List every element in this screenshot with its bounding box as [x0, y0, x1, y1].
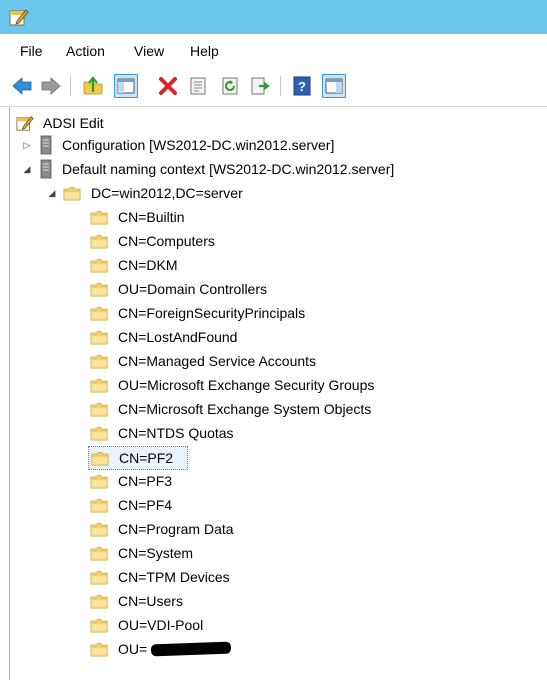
folder-icon [90, 306, 108, 320]
tree-item-label: OU=VDI-Pool [118, 617, 204, 633]
folder-icon [90, 258, 108, 272]
tree-item-label: CN=PF3 [118, 473, 173, 489]
folder-icon [90, 354, 108, 368]
folder-icon [90, 522, 108, 536]
tree-item-exchange-system-objects[interactable]: CN=Microsoft Exchange System Objects [90, 398, 373, 420]
tree-item-users[interactable]: CN=Users [90, 590, 185, 612]
tree-item-lost-and-found[interactable]: CN=LostAndFound [90, 326, 239, 348]
tree-item-configuration[interactable]: Configuration [WS2012-DC.win2012.server] [40, 134, 336, 156]
tree-item-label: CN=TPM Devices [118, 569, 230, 585]
tree-item-domain[interactable]: DC=win2012,DC=server [63, 182, 245, 204]
menu-bar: File Action View Help [0, 34, 547, 66]
menu-help[interactable]: Help [190, 43, 219, 59]
server-icon [40, 159, 52, 179]
tree-item-foreign-security-principals[interactable]: CN=ForeignSecurityPrincipals [90, 302, 307, 324]
redaction-mark [151, 641, 232, 657]
tree-item-label: OU= [118, 641, 148, 657]
forward-icon[interactable] [40, 75, 62, 97]
tree-item-label: CN=PF2 [119, 450, 174, 466]
delete-icon[interactable] [157, 75, 179, 97]
tree-pane[interactable]: ADSI Edit ▷ Configuration [WS2012-DC.win… [9, 107, 547, 680]
folder-icon [90, 402, 108, 416]
menu-file[interactable]: File [20, 43, 43, 59]
tree-item-computers[interactable]: CN=Computers [90, 230, 217, 252]
folder-icon [90, 546, 108, 560]
tree-item-label: CN=Computers [118, 233, 215, 249]
folder-icon [90, 474, 108, 488]
folder-icon [90, 570, 108, 584]
tree-item-label: CN=Managed Service Accounts [118, 353, 317, 369]
adsi-edit-icon [16, 116, 34, 131]
tree-root[interactable]: ADSI Edit [15, 112, 106, 134]
menu-view[interactable]: View [134, 43, 164, 59]
folder-icon [90, 642, 108, 656]
folder-icon [90, 210, 108, 224]
back-icon[interactable] [11, 75, 33, 97]
adsi-edit-app-icon [9, 9, 29, 26]
tree-item-pf4[interactable]: CN=PF4 [90, 494, 174, 516]
tree-item-label: DC=win2012,DC=server [91, 185, 243, 201]
toolbar: ? [0, 66, 547, 107]
tree-item-label: CN=Users [118, 593, 183, 609]
folder-icon [90, 594, 108, 608]
tree-item-system[interactable]: CN=System [90, 542, 195, 564]
server-icon [40, 135, 52, 155]
tree-item-tpm-devices[interactable]: CN=TPM Devices [90, 566, 232, 588]
folder-icon [90, 426, 108, 440]
folder-icon [90, 282, 108, 296]
tree-item-label: CN=NTDS Quotas [118, 425, 234, 441]
tree-root-label: ADSI Edit [43, 115, 104, 131]
tree-item-label: CN=Program Data [118, 521, 234, 537]
tree-item-pf2-selected[interactable]: CN=PF2 [88, 446, 188, 470]
menu-action[interactable]: Action [66, 43, 105, 59]
tree-item-label: CN=DKM [118, 257, 178, 273]
folder-icon [90, 498, 108, 512]
tree-item-label: OU=Microsoft Exchange Security Groups [118, 377, 375, 393]
collapse-arrow-icon[interactable]: ◢ [47, 188, 57, 199]
folder-icon [90, 618, 108, 632]
tree-item-dkm[interactable]: CN=DKM [90, 254, 180, 276]
tree-item-managed-service-accounts[interactable]: CN=Managed Service Accounts [90, 350, 318, 372]
tree-item-label: CN=LostAndFound [118, 329, 238, 345]
tree-item-exchange-security-groups[interactable]: OU=Microsoft Exchange Security Groups [90, 374, 376, 396]
title-bar [0, 0, 547, 34]
tree-item-label: OU=Domain Controllers [118, 281, 267, 297]
up-folder-icon[interactable] [82, 75, 104, 97]
tree-item-label: CN=System [118, 545, 194, 561]
tree-item-label: Default naming context [WS2012-DC.win201… [62, 161, 395, 177]
svg-text:?: ? [298, 79, 306, 94]
tree-item-vdi-pool[interactable]: OU=VDI-Pool [90, 614, 205, 636]
tree-item-builtin[interactable]: CN=Builtin [90, 206, 187, 228]
tree-item-redacted-ou[interactable]: OU= [90, 638, 232, 660]
tree-item-default-naming-context[interactable]: Default naming context [WS2012-DC.win201… [40, 158, 396, 180]
collapse-arrow-icon[interactable]: ◢ [22, 164, 32, 175]
tree-item-program-data[interactable]: CN=Program Data [90, 518, 236, 540]
tree-item-label: Configuration [WS2012-DC.win2012.server] [62, 137, 335, 153]
tree-item-label: CN=Microsoft Exchange System Objects [118, 401, 372, 417]
help-icon[interactable]: ? [291, 75, 313, 97]
expand-arrow-icon[interactable]: ▷ [22, 140, 32, 151]
folder-icon [90, 378, 108, 392]
properties-icon[interactable] [187, 75, 209, 97]
tree-item-pf3[interactable]: CN=PF3 [90, 470, 174, 492]
tree-item-domain-controllers[interactable]: OU=Domain Controllers [90, 278, 269, 300]
show-hide-tree-icon[interactable] [114, 74, 138, 98]
show-hide-action-pane-icon[interactable] [322, 74, 346, 98]
folder-icon [91, 451, 109, 465]
tree-item-label: CN=Builtin [118, 209, 185, 225]
folder-icon [63, 186, 81, 200]
toolbar-separator [70, 76, 71, 96]
toolbar-separator [280, 76, 281, 96]
folder-icon [90, 234, 108, 248]
tree-item-label: CN=PF4 [118, 497, 173, 513]
tree-item-ntds-quotas[interactable]: CN=NTDS Quotas [90, 422, 236, 444]
tree-item-label: CN=ForeignSecurityPrincipals [118, 305, 306, 321]
export-list-icon[interactable] [249, 75, 271, 97]
folder-icon [90, 330, 108, 344]
refresh-icon[interactable] [219, 75, 241, 97]
